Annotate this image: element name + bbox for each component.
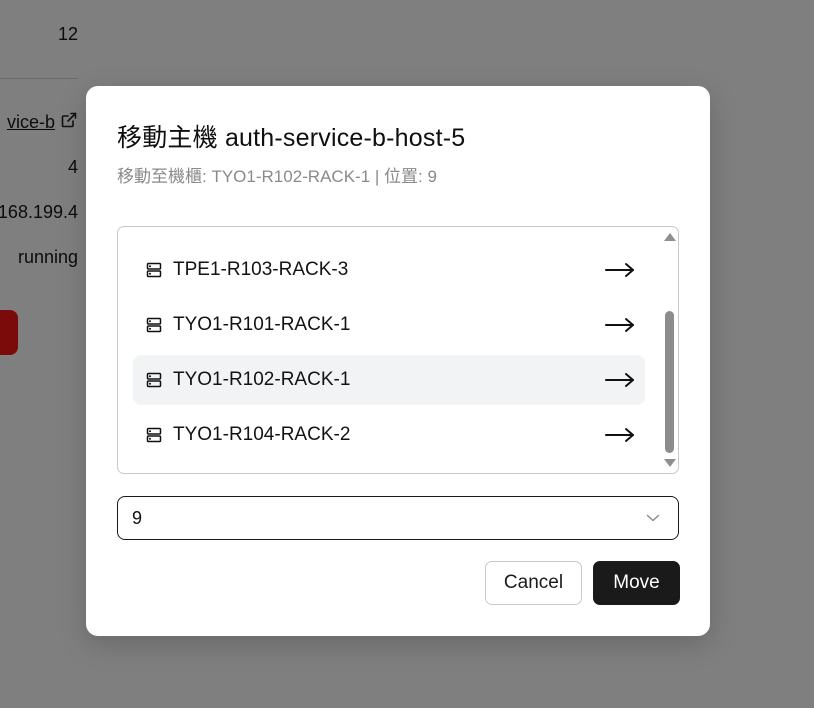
background-number: 4 xyxy=(67,157,78,177)
rack-item[interactable]: TYO1-R101-RACK-1 xyxy=(133,300,645,350)
rack-item[interactable]: TPE1-R103-RACK-3 xyxy=(133,245,645,295)
server-icon xyxy=(146,427,162,443)
background-count: 12 xyxy=(57,24,78,44)
position-select-value: 9 xyxy=(132,507,143,528)
rack-list-scrollbar[interactable] xyxy=(661,227,678,473)
arrow-right-icon xyxy=(605,262,635,278)
scroll-up-arrow-icon[interactable] xyxy=(664,233,676,241)
rack-label: TYO1-R104-RACK-2 xyxy=(173,424,351,445)
rack-list[interactable]: TPE1-R103-RACK-3 TYO1-R101-RACK-1 TYO1-R… xyxy=(117,226,679,474)
arrow-right-icon xyxy=(605,427,635,443)
background-ip: 168.199.4 xyxy=(0,202,78,222)
arrow-right-icon xyxy=(605,372,635,388)
dialog-subtitle: 移動至機櫃: TYO1-R102-RACK-1 | 位置: 9 xyxy=(117,167,437,186)
server-icon xyxy=(146,317,162,333)
background-status: running xyxy=(17,247,78,267)
scroll-down-arrow-icon[interactable] xyxy=(664,459,676,467)
chevron-down-icon xyxy=(646,513,660,523)
background-service-link-text[interactable]: vice-b xyxy=(7,112,55,133)
rack-item-selected[interactable]: TYO1-R102-RACK-1 xyxy=(133,355,645,405)
external-link-icon xyxy=(61,112,77,133)
arrow-right-icon xyxy=(605,317,635,333)
dialog-title: 移動主機 auth-service-b-host-5 xyxy=(117,124,466,152)
server-icon xyxy=(146,372,162,388)
rack-label: TYO1-R102-RACK-1 xyxy=(173,369,351,390)
background-service-link[interactable]: vice-b xyxy=(7,112,77,133)
background-divider xyxy=(0,78,78,79)
rack-item[interactable]: TYO1-R104-RACK-2 xyxy=(133,410,645,460)
move-host-dialog: 移動主機 auth-service-b-host-5 移動至機櫃: TYO1-R… xyxy=(86,86,710,636)
position-select[interactable]: 9 xyxy=(117,496,679,540)
rack-label: TPE1-R103-RACK-3 xyxy=(173,259,349,280)
server-icon xyxy=(146,262,162,278)
rack-label: TYO1-R101-RACK-1 xyxy=(173,314,351,335)
background-danger-button[interactable] xyxy=(0,310,18,355)
move-button[interactable]: Move xyxy=(593,561,680,605)
scrollbar-thumb[interactable] xyxy=(665,311,674,453)
cancel-button[interactable]: Cancel xyxy=(485,561,582,605)
